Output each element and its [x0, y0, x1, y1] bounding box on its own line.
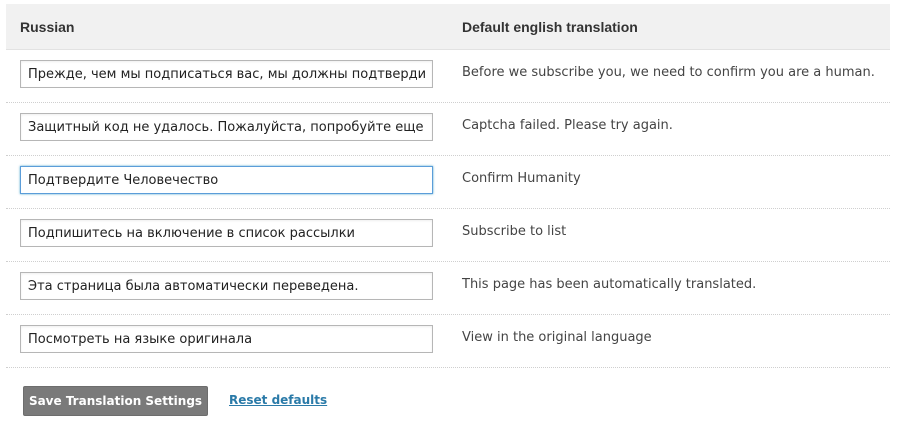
russian-translation-input[interactable]	[20, 60, 433, 88]
russian-translation-input[interactable]	[20, 325, 433, 353]
reset-defaults-link[interactable]: Reset defaults	[229, 393, 327, 407]
english-default-text: Confirm Humanity	[462, 171, 581, 186]
table-row: Captcha failed. Please try again.	[6, 103, 890, 156]
table-row: Subscribe to list	[6, 209, 890, 262]
translation-table: Russian Default english translation Befo…	[6, 4, 890, 368]
russian-translation-input[interactable]	[20, 272, 433, 300]
table-row: Before we subscribe you, we need to conf…	[6, 50, 890, 103]
save-translation-settings-button[interactable]: Save Translation Settings	[23, 386, 208, 416]
english-default-text: Captcha failed. Please try again.	[462, 118, 673, 133]
english-default-text: Before we subscribe you, we need to conf…	[462, 65, 875, 80]
english-default-text: This page has been automatically transla…	[462, 277, 757, 292]
russian-translation-input[interactable]	[20, 166, 433, 194]
table-header: Russian Default english translation	[6, 4, 890, 50]
column-header-russian: Russian	[20, 19, 75, 35]
russian-translation-input[interactable]	[20, 113, 433, 141]
column-header-default-english: Default english translation	[462, 19, 638, 35]
table-row: Confirm Humanity	[6, 156, 890, 209]
english-default-text: View in the original language	[462, 330, 652, 345]
table-row: View in the original language	[6, 315, 890, 368]
russian-translation-input[interactable]	[20, 219, 433, 247]
table-row: This page has been automatically transla…	[6, 262, 890, 315]
english-default-text: Subscribe to list	[462, 224, 567, 239]
